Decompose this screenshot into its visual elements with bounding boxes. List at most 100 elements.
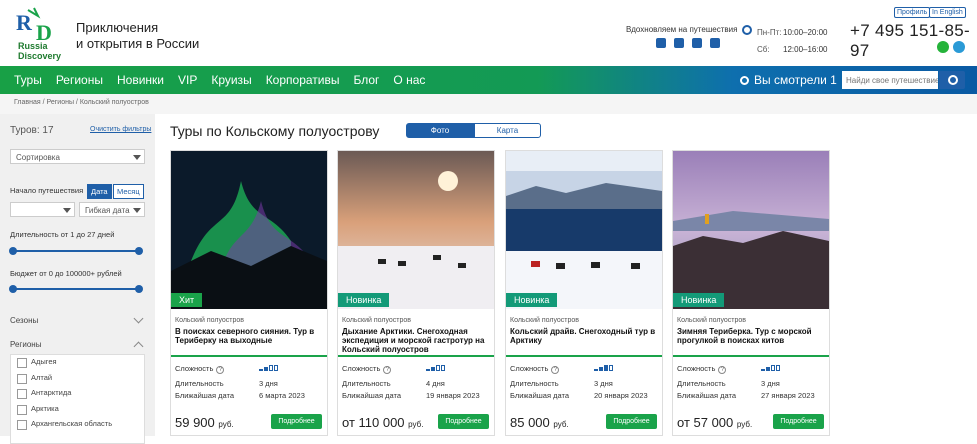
nav-item-regions[interactable]: Регионы [56,73,103,87]
nav-item-vip[interactable]: VIP [178,73,197,87]
tour-image[interactable] [171,151,327,309]
help-icon[interactable]: ? [551,366,560,374]
card-region: Кольский полуостров [342,317,412,324]
brand-name: Russia Discovery [18,41,62,61]
status-badge: Хит [171,293,203,307]
date-toggle[interactable]: Дата [87,184,112,199]
start-date-label: Начало путешествия [10,186,84,195]
vk-icon[interactable] [656,38,666,48]
eye-icon [740,76,749,85]
card-region: Кольский полуостров [510,317,580,324]
tab-photo[interactable]: Фото [406,123,474,138]
difficulty-indicator [594,365,614,371]
duration-slider[interactable] [9,247,143,255]
price: от 110 000 руб. [342,415,424,430]
region-checkbox[interactable]: Антарктида [11,386,144,402]
nav-item-tours[interactable]: Туры [14,73,42,87]
tour-card[interactable]: Хит Кольский полуостров В поисках северн… [170,150,328,436]
help-icon[interactable]: ? [718,366,727,374]
region-checkbox[interactable]: Арктика [11,402,144,418]
telegram-icon[interactable] [674,38,684,48]
working-hours: Пн-Пт: 10:00–20:00 Сб: 12:00–16:00 [757,28,828,54]
region-checkbox[interactable]: Архангельская область [11,417,144,433]
english-button[interactable]: In English [929,7,966,18]
price: от 57 000 руб. [677,415,753,430]
budget-label: Бюджет от 0 до 100000+ рублей [10,269,122,278]
tour-card[interactable]: Новинка Кольский полуостров Дыхание Аркт… [337,150,495,436]
social-links [656,38,720,48]
divider [506,355,662,357]
tour-card[interactable]: Новинка Кольский полуостров Кольский дра… [505,150,663,436]
divider [673,355,829,357]
price: 59 900 руб. [175,415,234,430]
card-region: Кольский полуостров [175,317,245,324]
tour-image[interactable] [673,151,829,309]
duration-row: Длительность 3 дня [510,379,613,388]
difficulty-indicator [761,365,781,371]
breadcrumb[interactable]: Главная / Регионы / Кольский полуостров [0,94,977,114]
nearest-date-row: Ближайшая дата 20 января 2023 [510,391,648,400]
profile-button[interactable]: Профиль [894,7,931,18]
sort-select[interactable]: Сортировка [10,149,145,164]
tour-image[interactable] [506,151,662,309]
card-title[interactable]: Кольский драйв. Снегоходный тур в Арктик… [510,327,660,345]
details-button[interactable]: Подробнее [271,414,322,429]
clear-filters-link[interactable]: Очистить фильтры [90,126,151,133]
region-checkbox[interactable]: Адыгея [11,355,144,371]
tour-image[interactable] [338,151,494,309]
duration-row: Длительность 3 дня [175,379,278,388]
youtube-icon[interactable] [692,38,702,48]
divider [338,355,494,357]
regions-section[interactable]: Регионы [10,340,41,349]
slogan: Приключения и открытия в России [76,20,200,51]
nav-item-blog[interactable]: Блог [353,73,379,87]
budget-slider[interactable] [9,285,143,293]
details-button[interactable]: Подробнее [438,414,489,429]
tours-count: Туров: 17 [10,125,54,136]
regions-list: Адыгея Алтай Антарктида Арктика Архангел… [10,354,145,444]
clock-icon [742,25,752,35]
view-toggle: Фото Карта [406,123,541,138]
telegram-chat-icon[interactable] [953,41,965,53]
nearest-date-row: Ближайшая дата 27 января 2023 [677,391,815,400]
difficulty-indicator [426,365,446,371]
chevron-up-icon[interactable] [133,341,144,352]
whatsapp-icon[interactable] [937,41,949,53]
email-icon[interactable] [710,38,720,48]
duration-label: Длительность от 1 до 27 дней [10,230,115,239]
divider [171,355,327,357]
card-title[interactable]: В поисках северного сияния. Тур в Терибе… [175,327,325,345]
recently-viewed[interactable]: Вы смотрели 1 [740,73,837,87]
status-badge: Новинка [673,293,725,307]
difficulty-indicator [259,365,279,371]
status-badge: Новинка [506,293,558,307]
card-title[interactable]: Зимняя Териберка. Тур с морской прогулко… [677,327,827,345]
tab-map[interactable]: Карта [474,123,541,138]
card-region: Кольский полуостров [677,317,747,324]
page-title: Туры по Кольскому полуострову [170,123,380,139]
header: R D Russia Discovery Приключения и откры… [0,0,977,66]
region-checkbox[interactable]: Алтай [11,371,144,387]
chevron-down-icon[interactable] [133,313,144,324]
svg-text:R: R [16,10,33,35]
card-title[interactable]: Дыхание Арктики. Снегоходная экспедиция … [342,327,492,354]
search-icon[interactable] [939,71,965,89]
date-input[interactable] [10,202,75,217]
flexible-date-select[interactable]: Гибкая дата [79,202,145,217]
seasons-section[interactable]: Сезоны [10,316,38,325]
details-button[interactable]: Подробнее [606,414,657,429]
month-toggle[interactable]: Месяц [113,184,144,199]
difficulty-row: Сложность? [175,364,325,374]
nav-item-cruises[interactable]: Круизы [211,73,251,87]
search-input[interactable] [842,71,938,89]
details-button[interactable]: Подробнее [773,414,824,429]
duration-row: Длительность 3 дня [677,379,780,388]
nav-item-new[interactable]: Новинки [117,73,164,87]
nav-item-about[interactable]: О нас [393,73,425,87]
nav-item-corporate[interactable]: Корпоративы [266,73,340,87]
nearest-date-row: Ближайшая дата 6 марта 2023 [175,391,305,400]
main-nav: Туры Регионы Новинки VIP Круизы Корпорат… [0,66,977,94]
help-icon[interactable]: ? [383,366,392,374]
help-icon[interactable]: ? [216,366,225,374]
tour-card[interactable]: Новинка Кольский полуостров Зимняя Териб… [672,150,830,436]
